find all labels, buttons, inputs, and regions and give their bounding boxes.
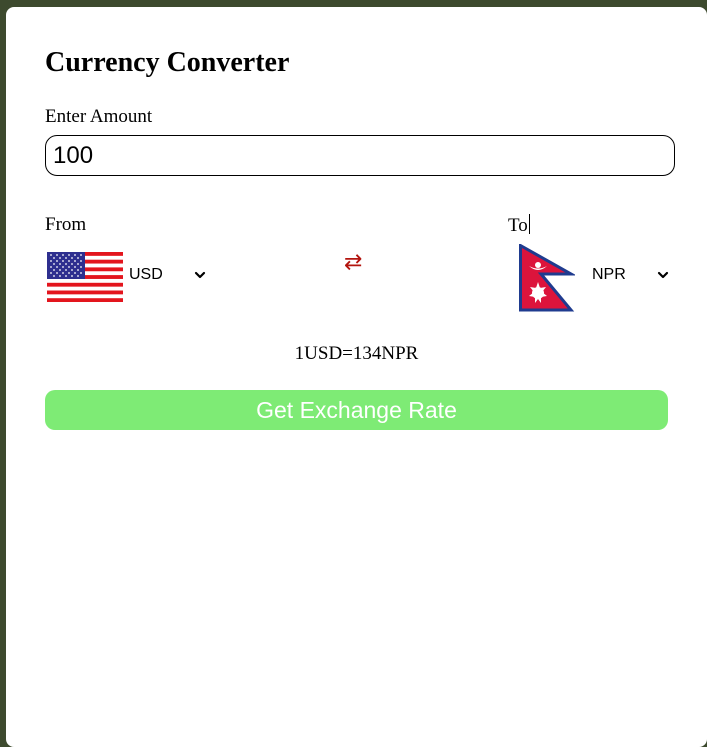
- to-currency-select[interactable]: NPR: [592, 266, 670, 284]
- from-label: From: [45, 214, 87, 235]
- get-exchange-rate-button[interactable]: Get Exchange Rate: [45, 390, 668, 430]
- to-label: To: [508, 214, 530, 237]
- amount-input[interactable]: [45, 135, 675, 176]
- exchange-rate-text: 1USD=134NPR: [294, 343, 419, 364]
- from-currency-select[interactable]: USD: [129, 266, 207, 284]
- swap-arrows-icon[interactable]: ⇄: [344, 252, 362, 274]
- text-cursor: [528, 214, 530, 234]
- chevron-down-icon: [194, 271, 206, 279]
- from-currency-value: USD: [129, 266, 163, 283]
- amount-label: Enter Amount: [45, 106, 153, 127]
- converter-card: Currency Converter Enter Amount From To: [6, 7, 707, 747]
- us-flag-icon: [47, 252, 123, 302]
- chevron-down-icon: [657, 271, 669, 279]
- to-currency-value: NPR: [592, 266, 626, 283]
- page-title: Currency Converter: [45, 47, 290, 78]
- to-label-text: To: [508, 215, 528, 236]
- nepal-flag-icon: [519, 244, 575, 312]
